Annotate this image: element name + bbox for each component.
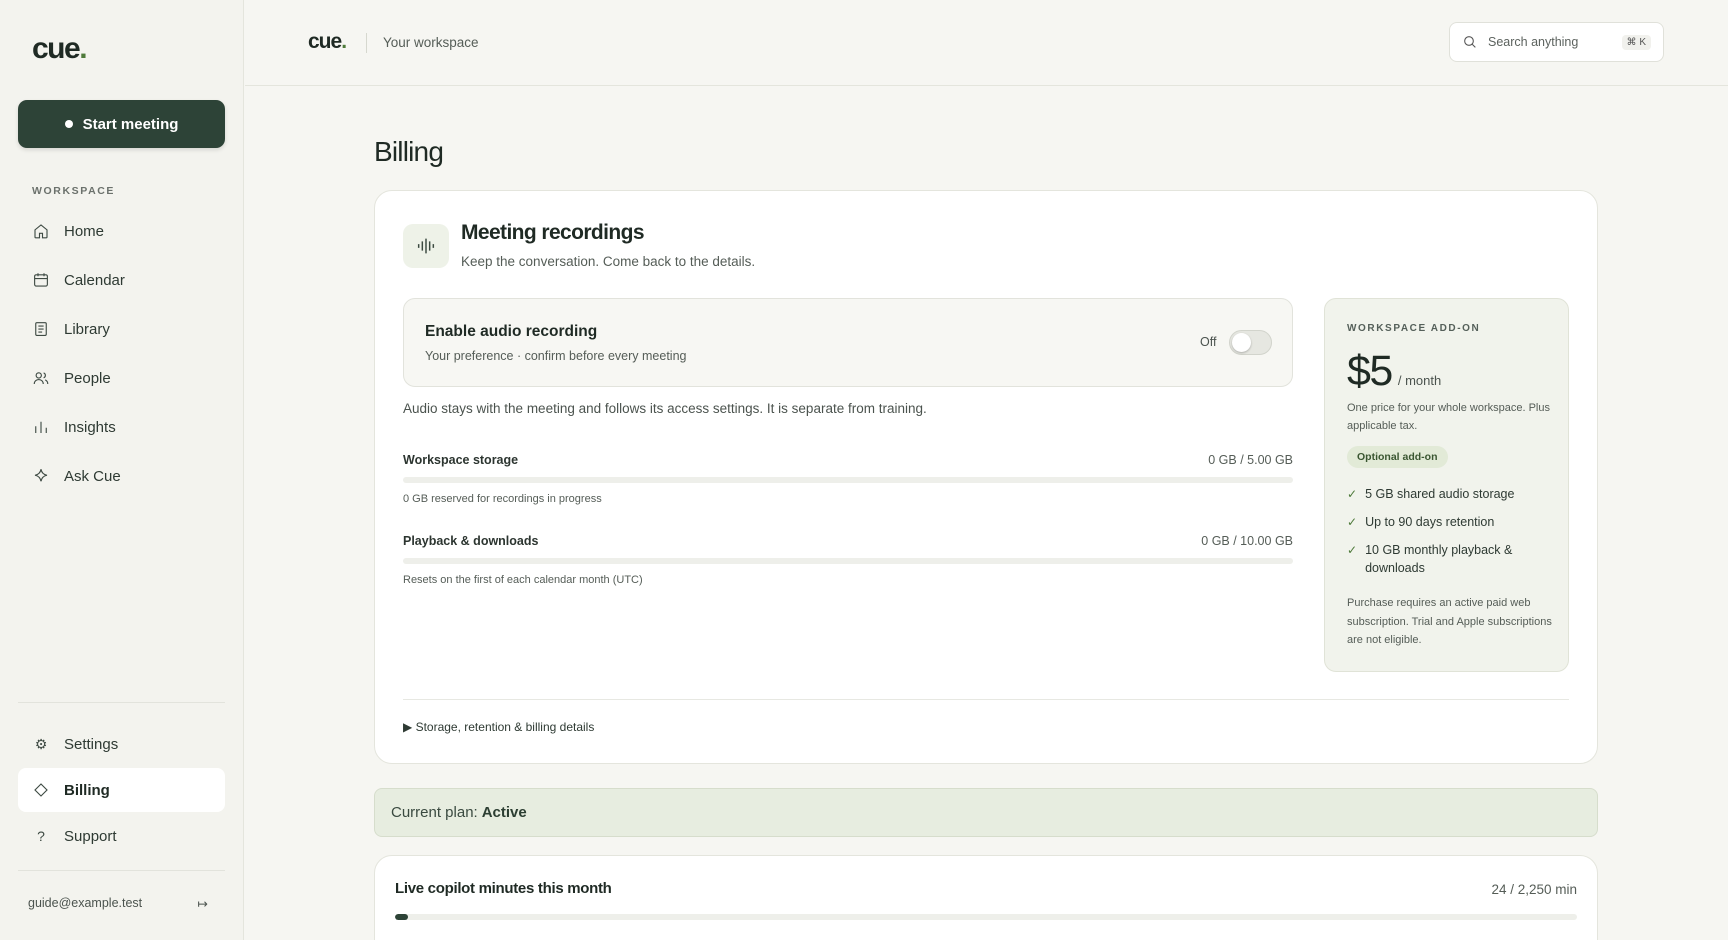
recording-note: Audio stays with the meeting and follows… bbox=[403, 401, 927, 416]
recordings-title: Meeting recordings bbox=[461, 221, 645, 244]
user-email: guide@example.test bbox=[28, 896, 143, 910]
sidebar-item-label: Billing bbox=[64, 781, 110, 799]
header-logo[interactable]: cue. bbox=[308, 30, 347, 54]
optional-addon-badge: Optional add-on bbox=[1347, 446, 1448, 468]
sidebar-item-library[interactable]: Library bbox=[18, 308, 225, 350]
storage-progress-bar bbox=[403, 477, 1293, 483]
addon-price-row: $5 / month bbox=[1347, 347, 1441, 396]
check-icon: ✓ bbox=[1347, 543, 1358, 557]
addon-label: WORKSPACE ADD-ON bbox=[1347, 323, 1481, 334]
bar-chart-icon bbox=[35, 421, 47, 433]
minutes-progress-bar bbox=[395, 914, 1577, 920]
sidebar: cue. Start meeting WORKSPACE Home Calend… bbox=[0, 0, 244, 940]
sidebar-item-label: Calendar bbox=[64, 271, 125, 289]
sidebar-item-support[interactable]: ? Support bbox=[18, 814, 225, 858]
search-input[interactable]: Search anything bbox=[1488, 35, 1612, 49]
page-title: Billing bbox=[374, 136, 444, 167]
feature-item: ✓ Up to 90 days retention bbox=[1347, 515, 1495, 529]
sidebar-item-people[interactable]: People bbox=[18, 357, 225, 399]
addon-price: $5 bbox=[1347, 347, 1393, 395]
sparkle-icon bbox=[34, 469, 48, 482]
audio-recording-subtitle: Your preference · confirm before every m… bbox=[425, 349, 687, 363]
addon-features: ✓ 5 GB shared audio storage ✓ Up to 90 day… bbox=[1347, 485, 1552, 587]
card-divider bbox=[403, 699, 1569, 700]
feature-item: ✓ 5 GB shared audio storage bbox=[1347, 487, 1515, 501]
waveform-icon bbox=[403, 224, 449, 268]
audio-recording-toggle[interactable] bbox=[1229, 330, 1272, 355]
playback-value: 0 GB / 10.00 GB bbox=[1201, 534, 1293, 548]
gear-icon: ⚙ bbox=[34, 735, 48, 752]
check-icon: ✓ bbox=[1347, 515, 1358, 529]
sidebar-divider bbox=[18, 702, 225, 703]
sidebar-item-label: Library bbox=[64, 320, 110, 338]
start-meeting-button[interactable]: Start meeting bbox=[18, 100, 225, 148]
search-icon bbox=[1464, 36, 1476, 48]
sidebar-divider bbox=[18, 870, 225, 871]
addon-panel: WORKSPACE ADD-ON $5 / month One price fo… bbox=[1324, 298, 1569, 672]
playback-note: Resets on the first of each calendar mon… bbox=[403, 574, 643, 586]
sidebar-item-ask-cue[interactable]: Ask Cue bbox=[18, 455, 225, 497]
sidebar-bottom-nav: ⚙ Settings Billing ? Support bbox=[18, 722, 225, 860]
sidebar-item-label: Home bbox=[64, 222, 105, 240]
feature-item: ✓ 10 GB monthly playback & downloads bbox=[1347, 543, 1513, 575]
sidebar-item-billing[interactable]: Billing bbox=[18, 768, 225, 812]
copilot-minutes-card: Live copilot minutes this month 24 / 2,2… bbox=[374, 855, 1598, 940]
sidebar-item-label: Settings bbox=[64, 735, 119, 753]
question-icon: ? bbox=[37, 828, 45, 844]
minutes-value: 24 / 2,250 min bbox=[1491, 882, 1577, 897]
billing-details-disclosure[interactable]: ▶ Storage, retention & billing details bbox=[403, 720, 594, 734]
toggle-state-label: Off bbox=[1200, 335, 1217, 349]
addon-description: One price for your whole workspace. Plus… bbox=[1347, 402, 1550, 432]
storage-value: 0 GB / 5.00 GB bbox=[1208, 453, 1293, 467]
logout-icon[interactable]: ↦ bbox=[198, 896, 208, 911]
calendar-icon bbox=[34, 273, 48, 287]
minutes-title: Live copilot minutes this month bbox=[395, 880, 612, 897]
sidebar-nav: Home Calendar Library People Insights As… bbox=[18, 210, 225, 504]
sidebar-item-home[interactable]: Home bbox=[18, 210, 225, 252]
playback-progress-bar bbox=[403, 558, 1293, 564]
sidebar-item-label: Support bbox=[64, 827, 117, 845]
user-row: guide@example.test ↦ bbox=[28, 896, 208, 911]
storage-note: 0 GB reserved for recordings in progress bbox=[403, 493, 602, 505]
playback-meter: Playback & downloads 0 GB / 10.00 GB Res… bbox=[403, 534, 1293, 586]
people-icon bbox=[33, 372, 49, 385]
addon-fine-print: Purchase requires an active paid web sub… bbox=[1347, 597, 1552, 646]
sidebar-item-label: Insights bbox=[64, 418, 116, 436]
search-box[interactable]: Search anything ⌘ K bbox=[1449, 22, 1664, 62]
top-bar: cue. Your workspace Search anything ⌘ K bbox=[245, 0, 1728, 86]
minutes-progress-fill bbox=[395, 914, 408, 920]
check-icon: ✓ bbox=[1347, 487, 1358, 501]
home-icon bbox=[34, 224, 48, 239]
workspace-name: Your workspace bbox=[383, 35, 479, 50]
playback-label: Playback & downloads bbox=[403, 534, 539, 548]
search-shortcut: ⌘ K bbox=[1621, 34, 1651, 50]
workspace-section-label: WORKSPACE bbox=[32, 185, 116, 197]
start-meeting-label: Start meeting bbox=[82, 115, 179, 133]
recordings-subtitle: Keep the conversation. Come back to the … bbox=[461, 254, 756, 269]
document-icon bbox=[35, 322, 47, 336]
recordings-card: Meeting recordings Keep the conversation… bbox=[374, 190, 1598, 764]
sidebar-item-insights[interactable]: Insights bbox=[18, 406, 225, 448]
diamond-icon bbox=[34, 783, 48, 797]
audio-recording-setting: Enable audio recording Your preference ·… bbox=[403, 298, 1293, 387]
record-dot-icon bbox=[64, 120, 73, 128]
plan-prefix: Current plan: bbox=[391, 804, 478, 821]
toggle-knob bbox=[1232, 333, 1251, 352]
storage-meter: Workspace storage 0 GB / 5.00 GB 0 GB re… bbox=[403, 453, 1293, 505]
sidebar-item-settings[interactable]: ⚙ Settings bbox=[18, 722, 225, 766]
current-plan-banner: Current plan: Active bbox=[374, 788, 1598, 837]
storage-label: Workspace storage bbox=[403, 453, 519, 467]
sidebar-item-calendar[interactable]: Calendar bbox=[18, 259, 225, 301]
sidebar-item-label: People bbox=[64, 369, 111, 387]
plan-status: Active bbox=[481, 804, 527, 821]
audio-recording-title: Enable audio recording bbox=[425, 323, 598, 340]
app-logo[interactable]: cue. bbox=[32, 32, 88, 66]
sidebar-item-label: Ask Cue bbox=[64, 467, 121, 485]
header-separator bbox=[366, 33, 367, 53]
addon-period: / month bbox=[1397, 373, 1442, 388]
